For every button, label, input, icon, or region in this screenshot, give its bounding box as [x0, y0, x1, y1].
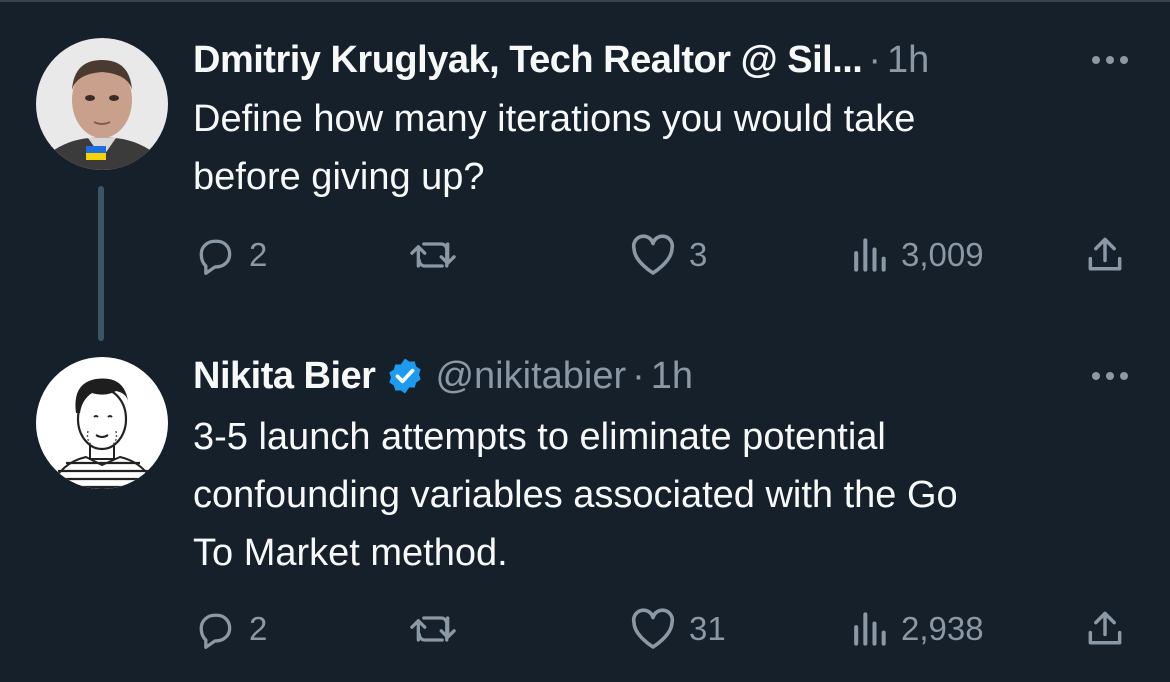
tweet-header: Dmitriy Kruglyak, Tech Realtor @ Sil... …: [193, 38, 1130, 82]
share-button[interactable]: [1083, 230, 1127, 280]
share-upload-icon: [1088, 611, 1122, 645]
retweet-button[interactable]: [407, 604, 471, 654]
separator-dot: ·: [868, 38, 882, 81]
avatar-photo-icon: [36, 38, 168, 170]
author-name[interactable]: Nikita Bier: [193, 355, 376, 398]
avatar-dmitriy[interactable]: [36, 38, 168, 170]
author-name[interactable]: Dmitriy Kruglyak, Tech Realtor @ Sil...: [193, 39, 863, 82]
more-horizontal-icon: [1092, 372, 1128, 380]
retweet-button[interactable]: [407, 230, 471, 280]
tweet-text: 3-5 launch attempts to eliminate potenti…: [193, 408, 1133, 582]
tweet-1[interactable]: Dmitriy Kruglyak, Tech Realtor @ Sil... …: [0, 0, 1170, 341]
verified-badge: [385, 356, 425, 396]
tweet-text-line: confounding variables associated with th…: [193, 474, 958, 516]
reply-button[interactable]: 2: [193, 604, 267, 654]
tweet-2[interactable]: Nikita Bier @nikitabier · 1h 3-5 launch …: [0, 340, 1170, 682]
like-button[interactable]: 31: [629, 604, 726, 654]
views-button[interactable]: 3,009: [849, 230, 984, 280]
heart-icon: [631, 234, 675, 275]
views-count: 3,009: [901, 236, 984, 273]
author-handle[interactable]: @nikitabier: [435, 355, 626, 398]
more-options-button[interactable]: [1090, 354, 1130, 398]
timestamp[interactable]: 1h: [651, 355, 693, 398]
reply-count: 2: [249, 610, 268, 647]
reply-count: 2: [249, 236, 268, 273]
share-button[interactable]: [1083, 604, 1127, 654]
avatar-nikita[interactable]: [36, 357, 168, 489]
views-count: 2,938: [901, 610, 984, 647]
reply-button[interactable]: 2: [193, 230, 267, 280]
tweet-text-line: To Market method.: [193, 532, 508, 574]
action-bar: 2 3 3,009: [193, 230, 1133, 280]
avatar-sketch-icon: [36, 357, 168, 489]
bar-chart-icon: [854, 238, 886, 272]
thread-connector-line: [98, 186, 104, 341]
heart-icon: [631, 608, 675, 649]
bar-chart-icon: [854, 612, 886, 646]
views-button[interactable]: 2,938: [849, 604, 984, 654]
tweet-header: Nikita Bier @nikitabier · 1h: [193, 354, 1130, 398]
retweet-arrows-icon: [410, 242, 456, 268]
retweet-arrows-icon: [410, 616, 456, 642]
tweet-text-line: before giving up?: [193, 156, 485, 198]
tweet-text-line: 3-5 launch attempts to eliminate potenti…: [193, 416, 886, 458]
like-count: 3: [689, 236, 708, 273]
reply-bubble-icon: [199, 613, 232, 649]
verified-badge-icon: [389, 358, 422, 394]
tweet-text-line: Define how many iterations you would tak…: [193, 98, 916, 140]
more-horizontal-icon: [1092, 56, 1128, 64]
more-options-button[interactable]: [1090, 38, 1130, 82]
separator-dot: ·: [632, 354, 645, 397]
share-upload-icon: [1088, 237, 1122, 271]
timestamp[interactable]: 1h: [887, 39, 929, 82]
tweet-text: Define how many iterations you would tak…: [193, 90, 1133, 206]
reply-bubble-icon: [199, 239, 232, 275]
like-count: 31: [689, 610, 726, 647]
like-button[interactable]: 3: [629, 230, 707, 280]
action-bar: 2 31 2,938: [193, 604, 1133, 654]
